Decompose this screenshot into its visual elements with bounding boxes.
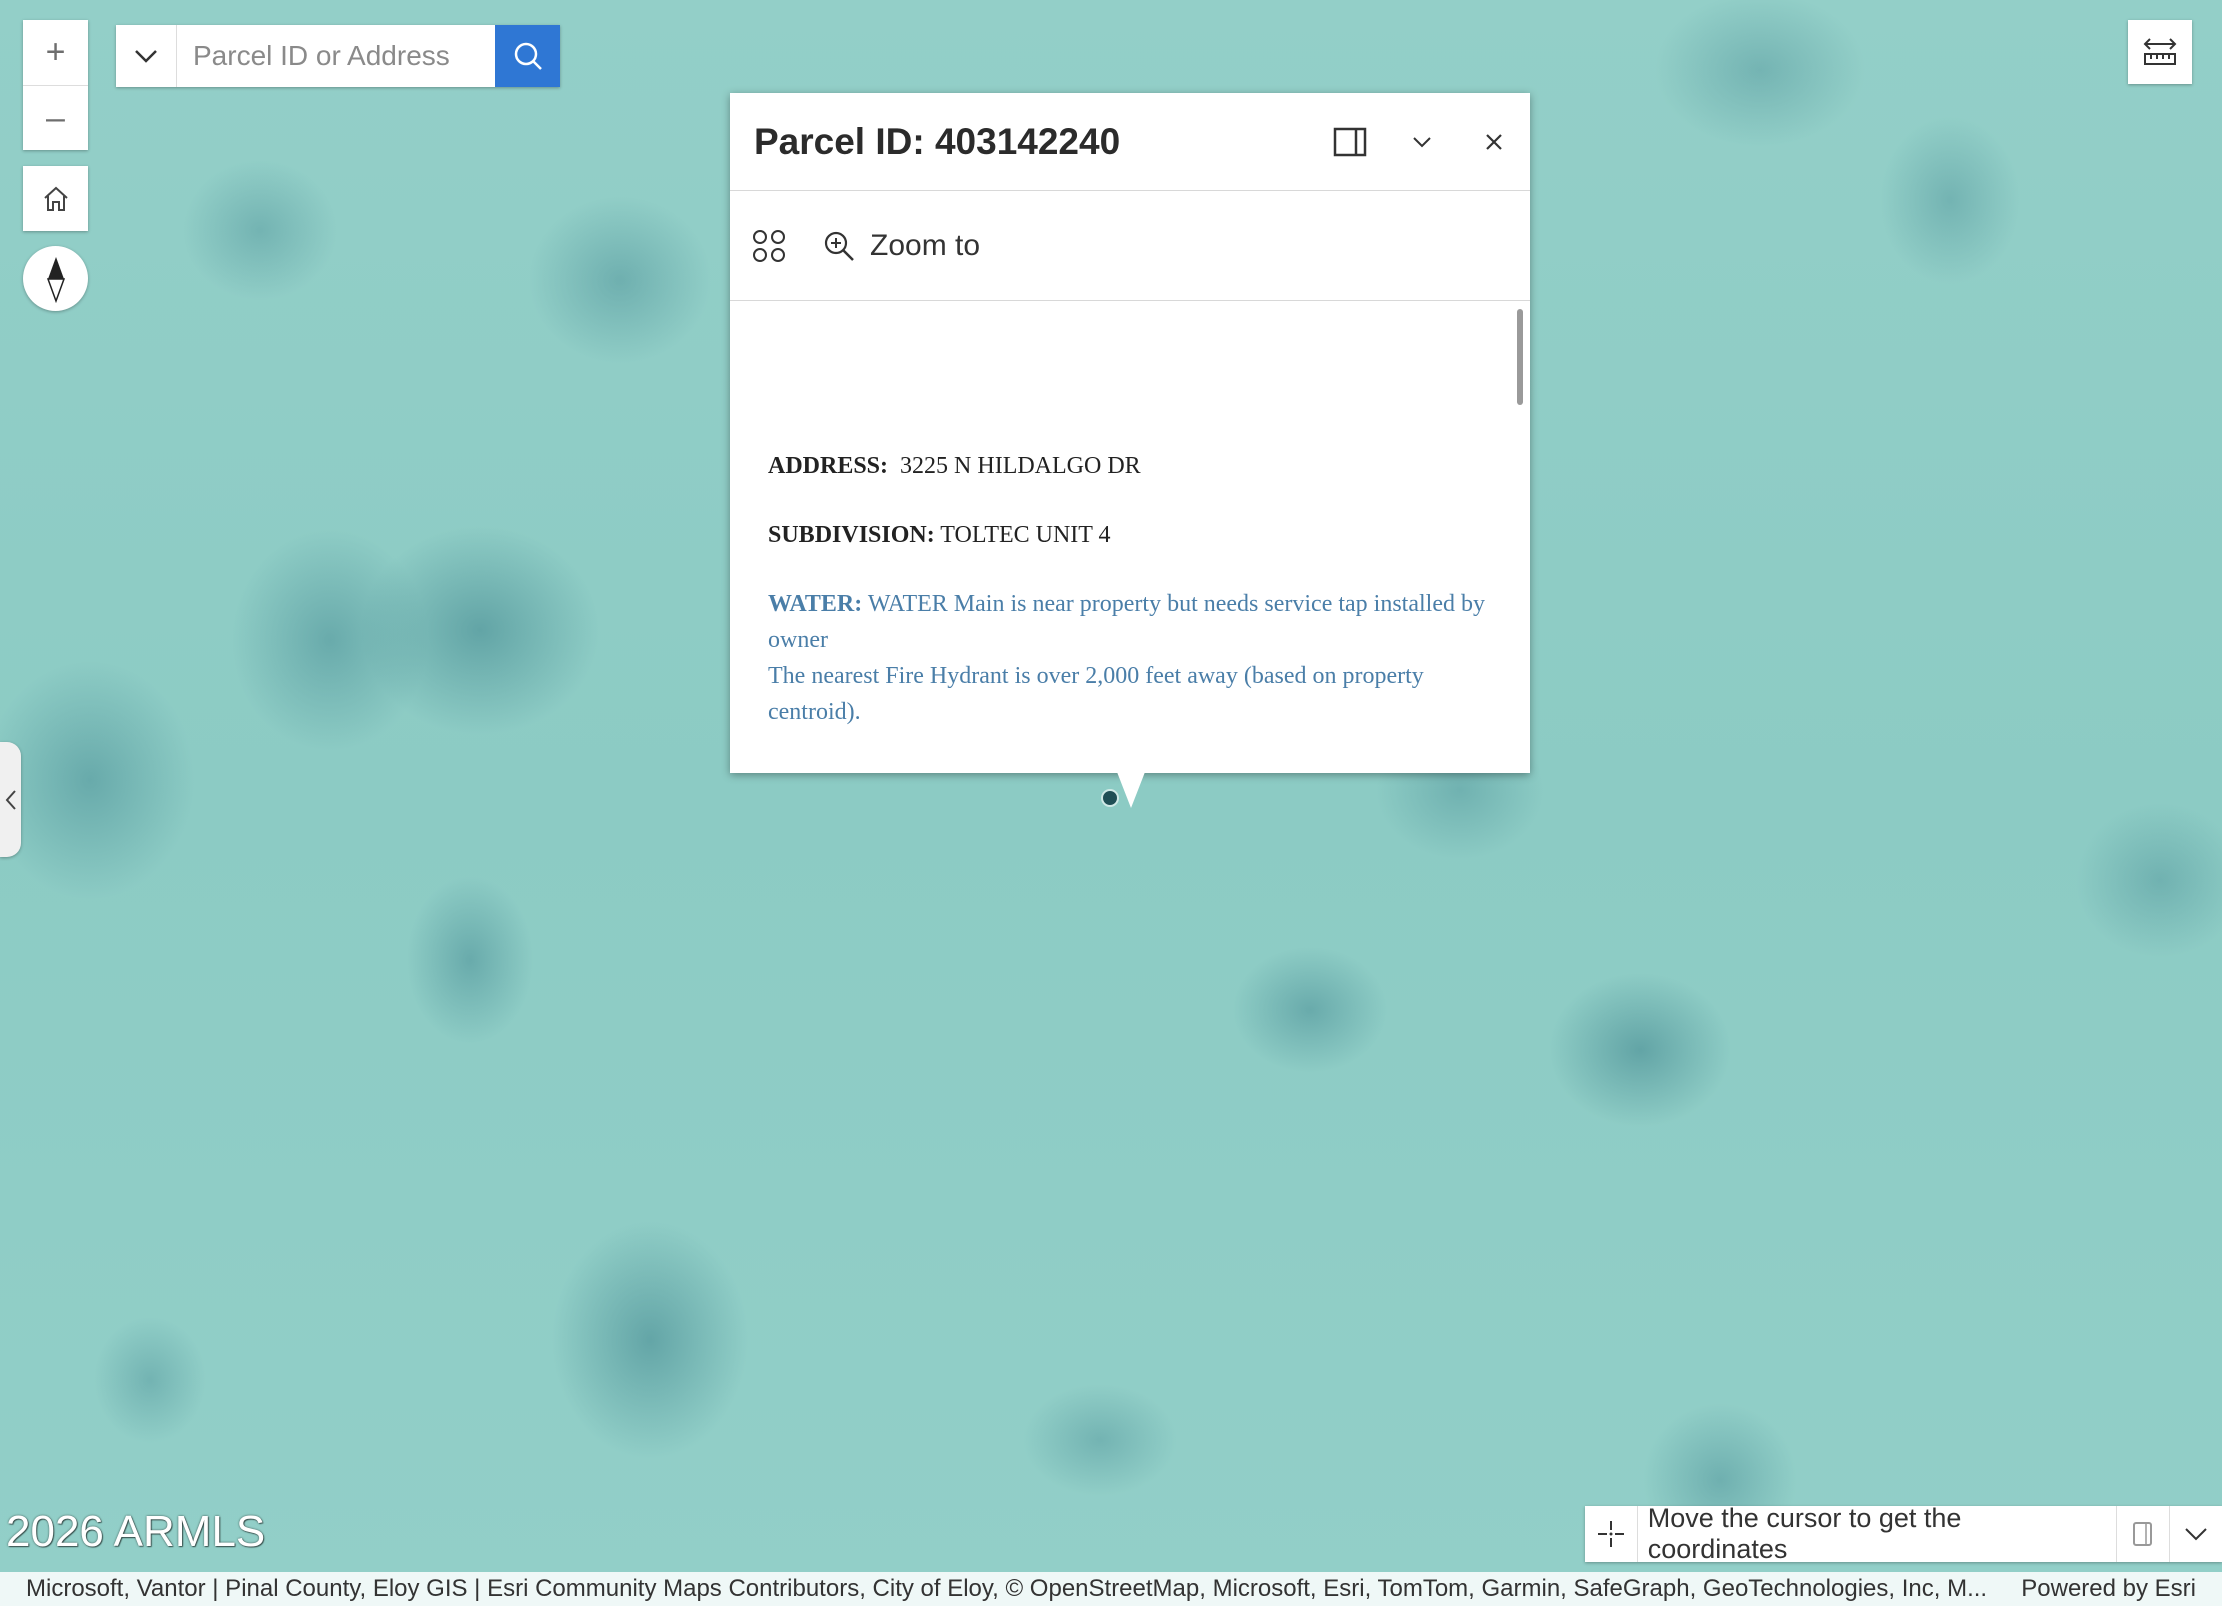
attribution-text[interactable]: Microsoft, Vantor | Pinal County, Eloy G… xyxy=(26,1575,1999,1603)
grid-icon xyxy=(753,229,785,262)
search-widget xyxy=(116,25,560,87)
zoom-in-icon xyxy=(824,231,854,261)
dock-icon xyxy=(1333,127,1367,156)
copyright-watermark: 2026 ARMLS xyxy=(6,1507,266,1556)
crosshair-icon xyxy=(1597,1521,1624,1547)
chevron-down-icon xyxy=(2185,1528,2207,1541)
attribution-bar: Microsoft, Vantor | Pinal County, Eloy G… xyxy=(0,1572,2222,1606)
home-button[interactable] xyxy=(23,166,88,231)
popup-pointer xyxy=(1117,772,1145,808)
address-field: ADDRESS: 3225 N HILDALGO DR xyxy=(768,448,1498,484)
chevron-down-icon xyxy=(135,50,157,63)
compass-icon xyxy=(46,256,65,303)
search-source-dropdown[interactable] xyxy=(116,25,177,87)
address-label: ADDRESS: xyxy=(768,453,889,479)
water-value: WATER Main is near property but needs se… xyxy=(768,591,1485,653)
chevron-left-icon xyxy=(5,789,16,810)
subdivision-field: SUBDIVISION: TOLTEC UNIT 4 xyxy=(768,517,1498,553)
popup-body[interactable]: ADDRESS: 3225 N HILDALGO DR SUBDIVISION:… xyxy=(730,303,1530,773)
water-label: WATER: xyxy=(768,591,863,617)
zoom-controls: + – xyxy=(23,20,88,150)
hydrant-note: The nearest Fire Hydrant is over 2,000 f… xyxy=(768,663,1424,725)
subdivision-label: SUBDIVISION: xyxy=(768,522,935,548)
zoom-in-button[interactable]: + xyxy=(23,20,88,85)
water-field: WATER: WATER Main is near property but n… xyxy=(768,586,1498,730)
search-input[interactable] xyxy=(177,25,495,87)
address-value: 3225 N HILDALGO DR xyxy=(900,453,1141,479)
copy-icon xyxy=(2133,1522,2153,1546)
coordinate-capture-button[interactable] xyxy=(1585,1506,1637,1562)
popup-content: ADDRESS: 3225 N HILDALGO DR SUBDIVISION:… xyxy=(768,448,1498,763)
coordinate-widget: Move the cursor to get the coordinates xyxy=(1585,1503,2222,1564)
coordinate-options-button[interactable] xyxy=(2169,1506,2222,1562)
collapse-button[interactable] xyxy=(1386,106,1458,178)
zoom-to-label: Zoom to xyxy=(870,228,981,262)
measure-icon xyxy=(2143,38,2177,65)
chevron-down-icon xyxy=(1413,136,1431,147)
more-actions-button[interactable] xyxy=(752,229,786,263)
coordinate-readout: Move the cursor to get the coordinates xyxy=(1636,1503,2117,1564)
close-button[interactable] xyxy=(1458,106,1530,178)
home-icon xyxy=(43,186,68,211)
side-panel-toggle[interactable] xyxy=(0,742,21,857)
popup-actions: Zoom to xyxy=(730,191,1530,301)
search-icon xyxy=(514,42,542,70)
zoom-to-button[interactable]: Zoom to xyxy=(822,229,980,263)
popup-title: Parcel ID: 403142240 xyxy=(754,120,1121,162)
close-icon xyxy=(1486,133,1502,150)
compass-button[interactable] xyxy=(23,246,88,311)
measure-button[interactable] xyxy=(2128,20,2192,84)
copy-coordinates-button[interactable] xyxy=(2116,1506,2169,1562)
dock-button[interactable] xyxy=(1314,106,1386,178)
search-button[interactable] xyxy=(495,25,560,87)
selected-parcel-marker[interactable] xyxy=(1101,789,1119,807)
zoom-out-button[interactable]: – xyxy=(23,85,88,151)
powered-by-link[interactable]: Powered by Esri xyxy=(2021,1575,2196,1603)
parcel-popup: Parcel ID: 403142240 Zoom to ADDRESS: 32… xyxy=(730,93,1530,773)
popup-header: Parcel ID: 403142240 xyxy=(730,93,1530,191)
popup-scrollbar[interactable] xyxy=(1517,309,1523,405)
subdivision-value: TOLTEC UNIT 4 xyxy=(940,522,1111,548)
